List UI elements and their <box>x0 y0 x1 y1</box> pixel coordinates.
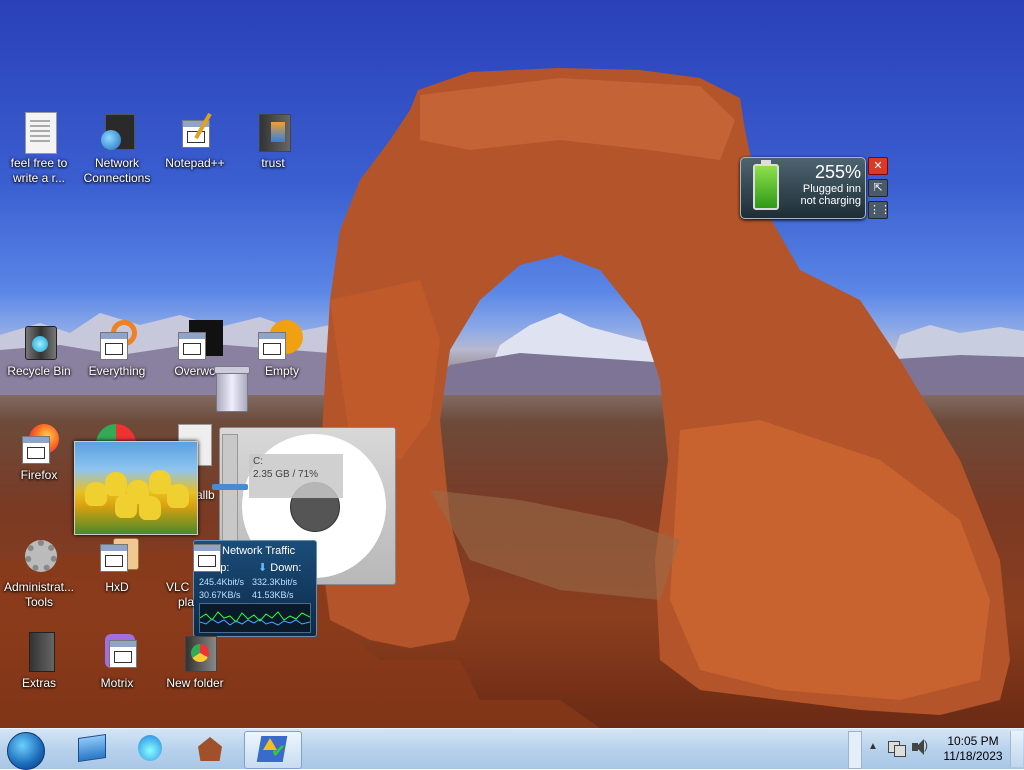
recycle-bin-icon <box>19 320 59 360</box>
tray-expand-icon[interactable]: ▲ <box>868 741 878 752</box>
desktop-icon-extras[interactable]: Extras <box>0 632 78 691</box>
drag-handle-icon[interactable]: ⋮⋮ <box>868 201 891 219</box>
taskbar-button-explorer[interactable] <box>66 731 122 767</box>
down-label-text: Down: <box>270 562 302 574</box>
network-down-label: ⬇ Down: <box>258 561 301 574</box>
network-folder-icon <box>97 112 137 152</box>
down-kbits: 332.3Kbit/s <box>252 577 298 587</box>
windows-logo-icon <box>7 732 45 770</box>
desktop-icon-recycle-bin[interactable]: Recycle Bin <box>0 320 78 379</box>
drive-label: C: <box>253 456 263 467</box>
half-life-icon <box>255 320 303 360</box>
taskbar-button-action-center[interactable]: ✔ <box>244 731 302 769</box>
options-icon[interactable]: ⇱ <box>868 179 888 197</box>
gear-icon <box>19 536 59 576</box>
text-document-icon <box>19 112 59 154</box>
clock-time: 10:05 PM <box>947 734 999 748</box>
battery-percent: 255% <box>814 162 861 182</box>
battery-status-line2: not charging <box>800 195 861 207</box>
folder-icon <box>19 632 59 672</box>
desktop-icon-trust[interactable]: trust <box>234 112 312 171</box>
battery-status-line1: Plugged inn <box>802 183 861 195</box>
drive-connector <box>212 484 248 490</box>
drive-info: C: 2.35 GB / 71% <box>249 454 343 498</box>
battery-icon <box>753 160 779 210</box>
desktop-icon-vlc[interactable]: VLC pla <box>156 536 234 610</box>
motrix-icon <box>97 632 137 672</box>
gadget-controls: ✕ ⇱ ⋮⋮ <box>868 157 891 223</box>
notepadpp-icon <box>175 112 215 152</box>
taskbar-scroll[interactable] <box>848 731 862 769</box>
desktop-icon-firefox[interactable]: Firefox <box>0 424 78 483</box>
recycle-bin-overlay-icon <box>212 362 250 414</box>
firefox-icon <box>19 424 59 464</box>
network-tray-icon[interactable] <box>888 739 906 757</box>
desktop-icon-administrative-tools[interactable]: Administrat... Tools <box>0 536 78 610</box>
desktop-icon-notepadpp[interactable]: Notepad++ <box>156 112 234 171</box>
volume-tray-icon[interactable]: ) <box>912 738 930 755</box>
slideshow-gadget[interactable] <box>74 441 198 535</box>
birdhouse-icon <box>198 737 222 761</box>
explorer-icon <box>78 734 106 762</box>
desktop-icon-wallpaper-label: allb <box>196 488 215 502</box>
gadgets-icon <box>138 735 162 761</box>
vlc-icon <box>175 536 221 576</box>
folder-icon <box>175 632 217 672</box>
taskbar-button-birdhouse[interactable] <box>182 731 238 767</box>
taskbar-button-gadgets[interactable] <box>124 731 180 767</box>
overwolf-icon <box>175 320 223 360</box>
folder-icon <box>253 112 293 152</box>
everything-icon <box>97 320 137 360</box>
close-icon[interactable]: ✕ <box>868 157 888 175</box>
down-kbytes: 41.53KB/s <box>252 590 294 600</box>
down-arrow-icon: ⬇ <box>258 562 268 574</box>
battery-gadget[interactable]: 255% Plugged inn not charging <box>740 157 866 219</box>
desktop-icon-everything[interactable]: Everything <box>78 320 156 379</box>
desktop-icon-network-connections[interactable]: Network Connections <box>78 112 156 186</box>
taskbar: ✔ ▲ ) 10:05 PM 11/18/2023 <box>0 728 1024 770</box>
desktop-icon-motrix[interactable]: Motrix <box>78 632 156 691</box>
clock-date: 11/18/2023 <box>943 749 1003 763</box>
desktop-icon-text-file[interactable]: feel free to write a r... <box>0 112 78 186</box>
desktop-icon-new-folder[interactable]: New folder <box>156 632 234 691</box>
desktop-icon-hxd[interactable]: HxD <box>78 536 156 595</box>
hxd-icon <box>97 536 139 576</box>
drive-usage: 2.35 GB / 71% <box>253 469 319 480</box>
checkmark-icon: ✔ <box>271 741 287 761</box>
show-desktop-button[interactable] <box>1010 731 1023 767</box>
start-button[interactable] <box>4 730 48 770</box>
system-clock[interactable]: 10:05 PM 11/18/2023 <box>938 734 1008 764</box>
